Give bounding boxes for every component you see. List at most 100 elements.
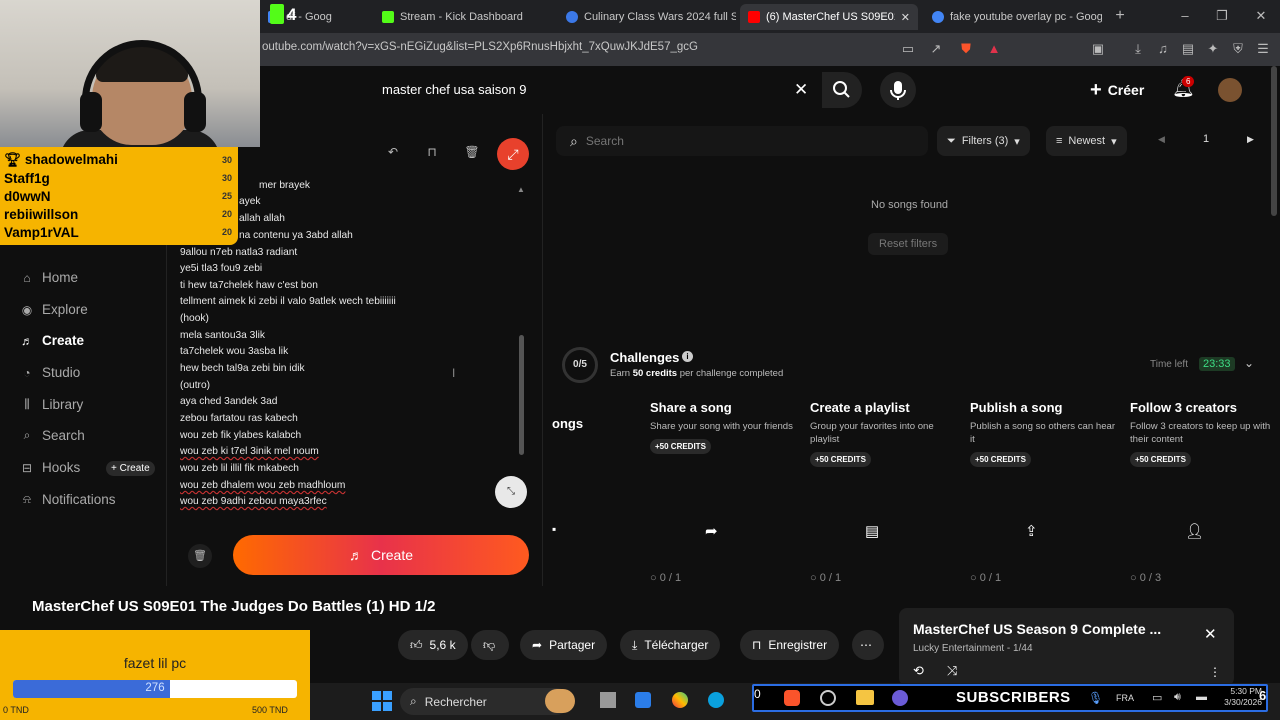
page-scrollbar[interactable] — [1271, 66, 1277, 216]
save-button[interactable]: ⊓ Enregistrer — [740, 630, 840, 660]
extensions-icon[interactable]: ✦ — [1205, 41, 1221, 57]
create-video-button[interactable]: + Créer — [1090, 72, 1144, 108]
playlist-title[interactable]: MasterChef US Season 9 Complete ... — [913, 621, 1161, 637]
next-page-icon[interactable]: ▶ — [1247, 134, 1254, 145]
tab-kick-dashboard[interactable]: Stream - Kick Dashboard — [374, 4, 552, 30]
sidebar-icon[interactable]: ▣ — [1090, 41, 1106, 57]
close-tab-icon[interactable]: ✕ — [901, 11, 910, 24]
playlist-menu-icon[interactable]: ⋮ — [1209, 665, 1221, 679]
weather-widget-icon[interactable] — [545, 689, 575, 713]
loop-icon[interactable]: ⟲ — [913, 663, 924, 679]
settings-icon[interactable] — [820, 690, 836, 706]
more-actions-button[interactable]: ⋯ — [852, 630, 884, 660]
shuffle-icon[interactable]: ⤨ — [947, 663, 957, 679]
new-tab-icon[interactable]: + — [1112, 8, 1128, 24]
sidebar-item-create[interactable]: ♬ Create — [20, 333, 84, 348]
brave-shield-icon[interactable]: ⛊ — [958, 41, 974, 57]
clock[interactable]: 5:30 PM 3/30/2026 — [1224, 686, 1262, 708]
tab-fake-overlay[interactable]: fake youtube overlay pc - Goog — [924, 4, 1102, 30]
tab-masterchef[interactable]: (6) MasterChef US S09E01 T ✕ — [740, 4, 918, 30]
windows-start-icon[interactable] — [372, 691, 392, 711]
challenge-card-share[interactable]: Share a song Share your song with your f… — [650, 400, 802, 584]
magic-wand-button[interactable]: ⤢ — [497, 138, 529, 170]
music-icon[interactable]: ♫ — [1155, 41, 1171, 57]
volume-icon[interactable]: 🔊︎ — [1174, 691, 1181, 704]
undo-icon[interactable]: ↶ — [383, 145, 403, 163]
sidebar-item-studio[interactable]: ◔ Studio — [20, 365, 80, 380]
create-song-button[interactable]: ♬ Create — [233, 535, 529, 575]
download-button[interactable]: ⤓ Télécharger — [620, 630, 721, 660]
vpn-icon[interactable]: ⛨ — [1230, 41, 1246, 57]
voice-search-button[interactable] — [880, 72, 916, 108]
compass-icon: ◉ — [21, 302, 33, 317]
clear-lyrics-button[interactable]: 🗑︎ — [188, 544, 212, 568]
app-icon[interactable] — [635, 692, 651, 708]
sidebar-item-search[interactable]: ⌕ Search — [20, 428, 85, 443]
filters-dropdown[interactable]: ⏷ Filters (3) ▾ — [937, 126, 1030, 156]
prev-page-icon[interactable]: ◀ — [1158, 134, 1165, 145]
sidebar-item-library[interactable]: ⫼ Library — [20, 397, 83, 412]
tab-culinary[interactable]: Culinary Class Wars 2024 full Se — [558, 4, 736, 30]
task-view-icon[interactable] — [600, 692, 616, 708]
mic-icon[interactable]: 🎙︎ — [1088, 691, 1103, 705]
bookmark-icon[interactable]: ⊓ — [422, 145, 442, 163]
share-icon[interactable]: ↗ — [928, 41, 944, 57]
playlist-icon: ▤ — [865, 523, 880, 540]
search-button[interactable] — [822, 72, 862, 108]
sidebar-item-home[interactable]: ⌂ Home — [20, 270, 78, 285]
hooks-create-button[interactable]: + Create — [106, 461, 155, 476]
song-search-field[interactable]: ⌕ — [556, 126, 928, 156]
maximize-icon[interactable]: ❐ — [1214, 8, 1230, 24]
cast-icon[interactable]: ▭ — [900, 41, 916, 57]
sidebar-item-notifications[interactable]: ⍾ Notifications — [20, 492, 116, 507]
lyric-line: 9allou n7eb natla3 radiant — [180, 247, 298, 258]
leaderboard-row: 🏆︎ shadowelmahi 30 — [4, 151, 234, 169]
search-input[interactable]: master chef usa saison 9 — [382, 82, 527, 97]
copilot-icon[interactable] — [672, 692, 688, 708]
sort-label: Newest — [1068, 135, 1106, 147]
info-icon[interactable]: i — [682, 351, 693, 362]
donation-goal-title: fazet lil pc — [123, 655, 187, 671]
subscriber-count: 0 — [754, 687, 761, 701]
share-button[interactable]: ➦ Partager — [520, 630, 608, 660]
minimize-icon[interactable]: – — [1177, 8, 1193, 24]
battery-icon[interactable]: ▬ — [1196, 691, 1207, 703]
challenge-card-follow[interactable]: Follow 3 creators Follow 3 creators to k… — [1130, 400, 1280, 584]
donation-max: 500 TND — [252, 705, 288, 715]
discord-icon[interactable] — [892, 690, 908, 706]
card-description: Follow 3 creators to keep up with their … — [1130, 421, 1271, 445]
download-icon[interactable]: ⤓ — [1130, 41, 1146, 57]
credits-badge: +50 CREDITS — [650, 439, 711, 454]
folder-icon[interactable] — [856, 690, 874, 705]
reset-filters-button[interactable]: Reset filters — [868, 233, 949, 255]
like-button[interactable]: 👍︎ 5,6 k — [398, 630, 468, 660]
song-search-input[interactable] — [585, 134, 886, 148]
progress-text: 0 / 1 — [659, 572, 682, 584]
challenge-card-playlist[interactable]: Create a playlist Group your favorites i… — [810, 400, 962, 584]
url-text[interactable]: outube.com/watch?v=xGS-nEGiZug&list=PLS2… — [262, 41, 698, 53]
trash-icon[interactable]: 🗑︎ — [462, 145, 482, 163]
lyrics-scrollbar[interactable] — [519, 335, 524, 455]
sidebar-item-explore[interactable]: ◉ Explore — [20, 302, 88, 317]
avatar[interactable] — [1218, 78, 1242, 102]
rewards-icon[interactable]: ▲ — [986, 41, 1002, 57]
expand-button[interactable]: ⤡ — [495, 476, 527, 508]
network-icon[interactable]: ▭ — [1152, 691, 1162, 704]
clear-search-icon[interactable]: ✕ — [794, 80, 808, 100]
edge-icon[interactable] — [708, 692, 724, 708]
sort-dropdown[interactable]: ≡ Newest ▾ — [1046, 126, 1127, 156]
scroll-up-icon[interactable]: ▲ — [517, 185, 525, 194]
wallet-icon[interactable]: ▤ — [1180, 41, 1196, 57]
menu-icon[interactable]: ☰ — [1255, 41, 1271, 57]
sidebar-item-hooks[interactable]: ⊟ Hooks — [20, 460, 80, 475]
progress-text: 0 / 3 — [1139, 572, 1162, 584]
brave-icon[interactable] — [784, 690, 800, 706]
close-window-icon[interactable]: ✕ — [1253, 8, 1269, 24]
language-indicator[interactable]: FRA — [1116, 693, 1134, 703]
dislike-button[interactable]: 👎︎ — [471, 630, 509, 660]
share-label: Partager — [549, 638, 596, 652]
collapse-chevron-icon[interactable]: ⌄ — [1244, 356, 1254, 370]
create-button-label: Create — [370, 547, 414, 563]
close-playlist-icon[interactable]: ✕ — [1204, 625, 1217, 643]
challenge-card-publish[interactable]: Publish a song Publish a song so others … — [970, 400, 1122, 584]
